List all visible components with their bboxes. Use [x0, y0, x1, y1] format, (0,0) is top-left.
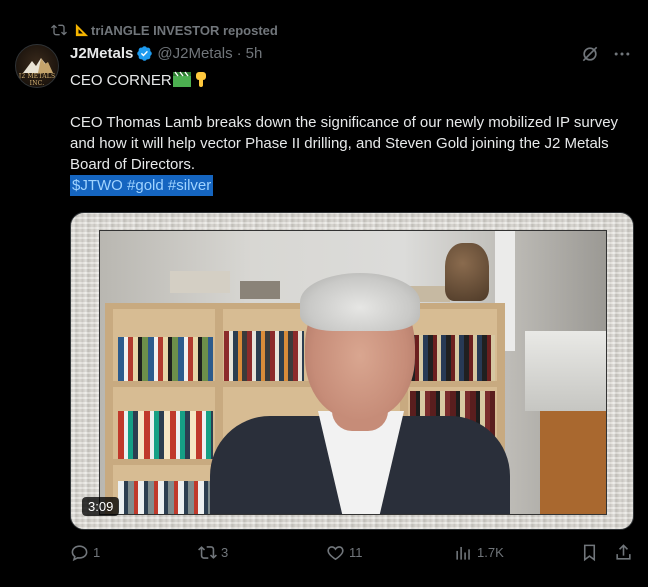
- repost-icon: [51, 24, 67, 36]
- avatar[interactable]: J2 METALS INC.: [15, 44, 59, 88]
- repost-icon: [198, 546, 217, 559]
- post-time[interactable]: 5h: [246, 45, 263, 62]
- share-icon: [616, 544, 631, 560]
- video-thumbnail[interactable]: [100, 231, 606, 514]
- device: [240, 281, 280, 299]
- grok-icon[interactable]: [580, 44, 600, 64]
- cabinet: [540, 411, 606, 514]
- bookmark-button[interactable]: [580, 543, 599, 562]
- action-bar: 1 3 11 1.7K: [70, 543, 634, 565]
- reply-button[interactable]: 1: [70, 543, 100, 562]
- shelf-col: [105, 303, 113, 514]
- repost-label: triANGLE INVESTOR reposted: [91, 22, 278, 38]
- heart-icon: [327, 546, 344, 561]
- repost-context[interactable]: triANGLE INVESTOR reposted: [51, 22, 278, 38]
- mountain-logo-icon: [23, 58, 53, 73]
- hashtag-gold-link[interactable]: #gold: [127, 177, 164, 194]
- repost-button[interactable]: 3: [198, 543, 228, 562]
- views-count: 1.7K: [477, 545, 504, 560]
- more-options-icon[interactable]: [612, 44, 632, 64]
- pointing-down-emoji-icon: [195, 72, 206, 87]
- video-duration: 3:09: [82, 497, 120, 516]
- cashtag-link[interactable]: $JTWO: [72, 177, 123, 194]
- separator-dot: ·: [236, 45, 242, 62]
- post-title: CEO CORNER: [70, 72, 172, 89]
- books: [118, 481, 213, 514]
- repost-count: 3: [221, 545, 229, 560]
- verified-badge-icon: [137, 46, 153, 61]
- printer: [525, 331, 606, 411]
- person-hair: [300, 273, 420, 331]
- author-handle[interactable]: @J2Metals: [157, 45, 232, 62]
- hashtag-group: $JTWO #gold #silver: [70, 175, 214, 196]
- hashtag-silver-link[interactable]: #silver: [168, 177, 211, 194]
- books: [410, 335, 495, 381]
- books: [118, 411, 213, 459]
- post-header: J2Metals @J2Metals · 5h: [70, 45, 262, 62]
- like-button[interactable]: 11: [326, 543, 363, 562]
- boxes: [170, 271, 230, 293]
- top-actions: [580, 44, 632, 64]
- shelf-row: [105, 381, 505, 387]
- reply-icon: [71, 545, 88, 562]
- books: [118, 337, 213, 381]
- bookmark-icon: [583, 544, 596, 562]
- like-count: 11: [349, 545, 363, 560]
- clapperboard-emoji-icon: [172, 71, 191, 87]
- video-media[interactable]: [70, 212, 634, 530]
- views-chart-icon: [456, 546, 470, 560]
- triangle-ruler-icon: [75, 23, 89, 37]
- share-button[interactable]: [614, 543, 633, 562]
- post-text: CEO CORNER CEO Thomas Lamb breaks down t…: [70, 70, 630, 196]
- bust-statue: [445, 243, 489, 301]
- books: [224, 331, 304, 381]
- avatar-text: J2 METALS INC.: [18, 73, 56, 87]
- author-name[interactable]: J2Metals: [70, 45, 133, 62]
- post-body: CEO Thomas Lamb breaks down the signific…: [70, 114, 619, 173]
- reply-count: 1: [93, 545, 101, 560]
- views-button[interactable]: 1.7K: [454, 543, 504, 562]
